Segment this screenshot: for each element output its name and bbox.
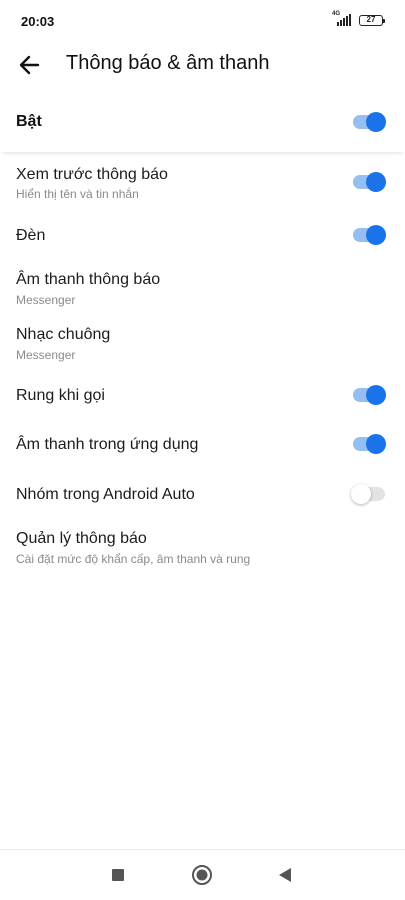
setting-android-auto[interactable]: Nhóm trong Android Auto (0, 470, 405, 518)
status-icons: 4G 27 (332, 11, 385, 27)
setting-subtitle: Cài đặt mức độ khẩn cấp, âm thanh và run… (16, 552, 251, 566)
back-button[interactable] (14, 50, 44, 80)
setting-subtitle: Messenger (16, 293, 76, 307)
setting-title: Nhóm trong Android Auto (16, 486, 195, 503)
setting-in-app-sound[interactable]: Âm thanh trong ứng dụng (0, 420, 405, 470)
battery-icon: 27 (359, 14, 385, 26)
in-app-sound-toggle[interactable] (353, 433, 387, 455)
recents-square-icon (112, 869, 124, 881)
setting-ringtone[interactable]: Nhạc chuông Messenger (0, 317, 405, 372)
setting-subtitle: Hiển thị tên và tin nhắn (16, 187, 139, 201)
recents-button[interactable] (106, 863, 130, 887)
status-time: 20:03 (21, 14, 55, 29)
arrow-left-icon (19, 55, 40, 75)
setting-notification-sound[interactable]: Âm thanh thông báo Messenger (0, 262, 405, 317)
setting-title: Âm thanh trong ứng dụng (16, 436, 199, 453)
setting-title: Xem trước thông báo (16, 166, 168, 183)
setting-title: Đèn (16, 227, 46, 244)
back-triangle-icon (279, 868, 291, 882)
setting-subtitle: Messenger (16, 348, 76, 362)
app-header: Thông báo & âm thanh (0, 44, 405, 84)
system-nav-bar (0, 849, 405, 900)
master-toggle-label: Bật (16, 113, 42, 130)
setting-vibrate-call[interactable]: Rung khi gọi (0, 372, 405, 420)
page-title: Thông báo & âm thanh (66, 52, 270, 74)
android-auto-toggle[interactable] (351, 483, 387, 505)
light-toggle[interactable] (353, 224, 387, 246)
setting-light[interactable]: Đèn (0, 211, 405, 259)
status-bar: 20:03 4G 27 (0, 0, 405, 44)
signal-icon: 4G (332, 11, 354, 27)
vibrate-toggle[interactable] (353, 384, 387, 406)
master-toggle[interactable] (353, 111, 387, 133)
setting-title: Rung khi gọi (16, 387, 105, 404)
setting-manage-notifications[interactable]: Quản lý thông báo Cài đặt mức độ khẩn cấ… (0, 518, 405, 573)
setting-title: Nhạc chuông (16, 326, 111, 343)
setting-title: Âm thanh thông báo (16, 271, 161, 288)
setting-preview[interactable]: Xem trước thông báo Hiển thị tên và tin … (0, 152, 405, 207)
preview-toggle[interactable] (353, 171, 387, 193)
master-toggle-row[interactable]: Bật (0, 96, 405, 152)
home-circle-icon (192, 865, 212, 885)
battery-level: 27 (366, 15, 376, 24)
back-nav-button[interactable] (273, 863, 297, 887)
setting-title: Quản lý thông báo (16, 530, 147, 547)
home-button[interactable] (190, 863, 214, 887)
